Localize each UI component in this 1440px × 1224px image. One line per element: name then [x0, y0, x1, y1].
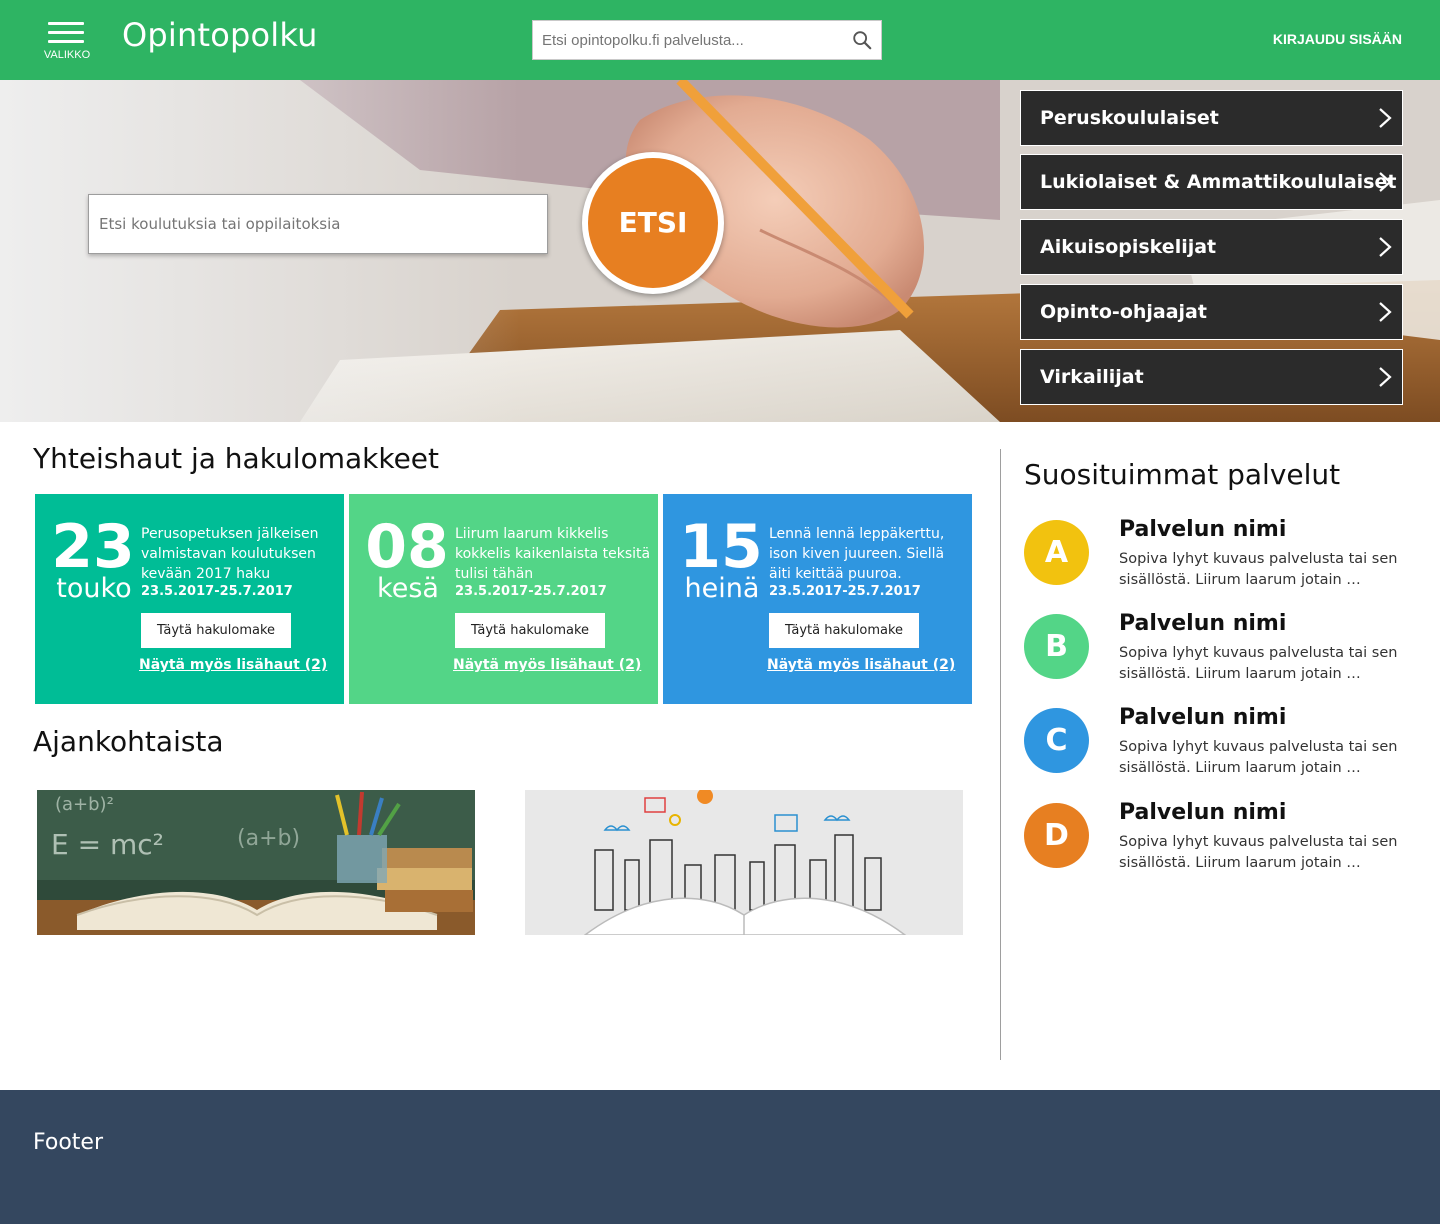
application-card: 15 heinä Lennä lennä leppäkerttu, ison k…: [663, 494, 972, 704]
service-item[interactable]: D Palvelun nimi Sopiva lyhyt kuvaus palv…: [1024, 800, 1424, 883]
role-virkailijat-button[interactable]: Virkailijat: [1020, 349, 1403, 405]
fill-application-button[interactable]: Täytä hakulomake: [769, 613, 919, 648]
chevron-right-icon: [1379, 108, 1392, 128]
card-dates: 23.5.2017-25.7.2017: [141, 584, 293, 599]
more-applications-link[interactable]: Näytä myös lisähaut (2): [453, 657, 641, 673]
news-image-city-book[interactable]: [525, 790, 963, 935]
card-dates: 23.5.2017-25.7.2017: [769, 584, 921, 599]
services-heading: Suosituimmat palvelut: [1024, 458, 1341, 491]
more-applications-link[interactable]: Näytä myös lisähaut (2): [767, 657, 955, 673]
role-opinto-ohjaajat-button[interactable]: Opinto-ohjaajat: [1020, 284, 1403, 340]
application-card: 08 kesä Liirum laarum kikkelis kokkelis …: [349, 494, 658, 704]
chevron-right-icon: [1379, 172, 1392, 192]
application-card: 23 touko Perusopetuksen jälkeisen valmis…: [35, 494, 344, 704]
role-label: Peruskoululaiset: [1040, 107, 1219, 129]
card-month: heinä: [684, 573, 760, 604]
column-divider: [1000, 449, 1001, 1060]
chevron-right-icon: [1379, 302, 1392, 322]
role-label: Aikuisopiskelijat: [1040, 236, 1217, 258]
service-badge: A: [1024, 520, 1089, 585]
svg-text:(a+b)²: (a+b)²: [55, 794, 114, 815]
hero-banner: ETSI Peruskoululaiset Lukiolaiset & Amma…: [0, 80, 1440, 422]
service-badge: B: [1024, 614, 1089, 679]
service-item[interactable]: A Palvelun nimi Sopiva lyhyt kuvaus palv…: [1024, 517, 1424, 600]
role-aikuisopiskelijat-button[interactable]: Aikuisopiskelijat: [1020, 219, 1403, 275]
card-month: kesä: [377, 573, 439, 604]
search-submit-button[interactable]: ETSI: [582, 152, 724, 294]
role-label: Opinto-ohjaajat: [1040, 301, 1207, 323]
service-name: Palvelun nimi: [1119, 517, 1287, 542]
search-icon[interactable]: [851, 29, 873, 51]
site-search-input[interactable]: [533, 21, 839, 59]
service-description: Sopiva lyhyt kuvaus palvelusta tai sen s…: [1119, 645, 1398, 682]
service-description: Sopiva lyhyt kuvaus palvelusta tai sen s…: [1119, 834, 1398, 871]
service-item[interactable]: B Palvelun nimi Sopiva lyhyt kuvaus palv…: [1024, 611, 1424, 694]
news-heading: Ajankohtaista: [33, 725, 224, 758]
chevron-right-icon: [1379, 367, 1392, 387]
svg-text:(a+b): (a+b): [237, 826, 300, 851]
search-submit-label: ETSI: [588, 158, 718, 288]
site-logo[interactable]: Opintopolku: [122, 16, 318, 54]
svg-text:E = mc²: E = mc²: [51, 828, 164, 861]
menu-button[interactable]: VALIKKO: [36, 18, 98, 64]
service-description: Sopiva lyhyt kuvaus palvelusta tai sen s…: [1119, 739, 1398, 776]
service-badge: C: [1024, 708, 1089, 773]
card-month: touko: [56, 573, 132, 604]
card-description: Liirum laarum kikkelis kokkelis kaikenla…: [455, 526, 651, 582]
footer-label: Footer: [33, 1130, 103, 1155]
city-book-illustration: [525, 790, 963, 935]
card-dates: 23.5.2017-25.7.2017: [455, 584, 607, 599]
card-description: Lennä lennä leppäkerttu, ison kiven juur…: [769, 526, 945, 582]
site-search: [532, 20, 882, 60]
more-applications-link[interactable]: Näytä myös lisähaut (2): [139, 657, 327, 673]
chevron-right-icon: [1379, 237, 1392, 257]
top-navigation-bar: VALIKKO Opintopolku KIRJAUDU SISÄÄN: [0, 0, 1440, 80]
service-item[interactable]: C Palvelun nimi Sopiva lyhyt kuvaus palv…: [1024, 705, 1424, 788]
menu-label: VALIKKO: [43, 49, 91, 61]
role-peruskoululaiset-button[interactable]: Peruskoululaiset: [1020, 90, 1403, 146]
service-badge: D: [1024, 803, 1089, 868]
news-image-books[interactable]: (a+b)² E = mc² (a+b): [37, 790, 475, 935]
role-label: Lukiolaiset & Ammattikoululaiset: [1040, 171, 1397, 193]
login-link[interactable]: KIRJAUDU SISÄÄN: [1273, 31, 1402, 47]
course-search-input[interactable]: [89, 195, 547, 253]
hamburger-icon: [48, 22, 84, 49]
role-label: Virkailijat: [1040, 366, 1144, 388]
card-description: Perusopetuksen jälkeisen valmistavan kou…: [141, 526, 319, 582]
books-chalkboard-image: (a+b)² E = mc² (a+b): [37, 790, 475, 935]
page-footer: Footer: [0, 1090, 1440, 1224]
service-name: Palvelun nimi: [1119, 705, 1287, 730]
course-search: [88, 194, 548, 254]
fill-application-button[interactable]: Täytä hakulomake: [455, 613, 605, 648]
service-description: Sopiva lyhyt kuvaus palvelusta tai sen s…: [1119, 551, 1398, 588]
applications-heading: Yhteishaut ja hakulomakkeet: [33, 442, 439, 475]
fill-application-button[interactable]: Täytä hakulomake: [141, 613, 291, 648]
role-lukiolaiset-button[interactable]: Lukiolaiset & Ammattikoululaiset: [1020, 154, 1403, 210]
service-name: Palvelun nimi: [1119, 800, 1287, 825]
service-name: Palvelun nimi: [1119, 611, 1287, 636]
